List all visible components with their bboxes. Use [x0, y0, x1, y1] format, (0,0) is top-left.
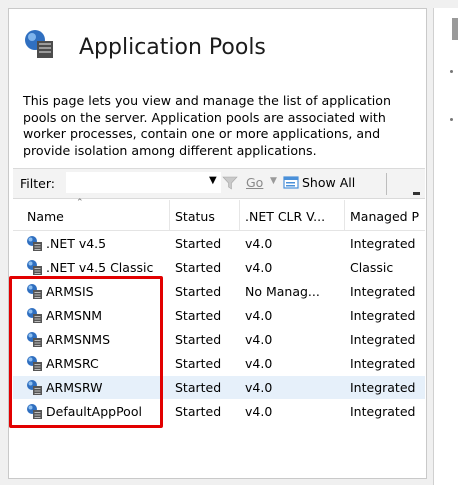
app-pool-icon: [26, 235, 43, 252]
app-pools-icon: [25, 30, 53, 58]
actions-bullet: [450, 70, 453, 73]
filter-label: Filter:: [20, 176, 55, 191]
cell-pipeline: Integrated: [350, 236, 416, 251]
filter-input[interactable]: [66, 172, 221, 193]
cell-status: Started: [175, 308, 222, 323]
cell-pipeline: Integrated: [350, 404, 416, 419]
app-pool-icon: [26, 259, 43, 276]
cell-clr: No Manag...: [245, 284, 320, 299]
column-divider[interactable]: [344, 200, 345, 230]
cell-status: Started: [175, 284, 222, 299]
cell-pipeline: Integrated: [350, 356, 416, 371]
column-header-clr-version[interactable]: .NET CLR V...: [245, 209, 325, 224]
cell-name: .NET v4.5: [46, 236, 107, 251]
cell-status: Started: [175, 236, 222, 251]
cell-pipeline: Integrated: [350, 284, 416, 299]
column-divider[interactable]: [169, 200, 170, 230]
cell-status: Started: [175, 260, 222, 275]
cell-status: Started: [175, 380, 222, 395]
cell-pipeline: Integrated: [350, 380, 416, 395]
cell-clr: v4.0: [245, 236, 273, 251]
cell-clr: v4.0: [245, 308, 273, 323]
filter-toolbar: Filter: ▼ Go ▼ Show All: [13, 168, 425, 199]
cell-pipeline: Classic: [350, 260, 394, 275]
toolbar-separator: [386, 173, 387, 195]
toolbar-overflow-icon[interactable]: [413, 186, 420, 195]
filter-dropdown-arrow-icon[interactable]: ▼: [209, 175, 217, 186]
actions-bullet: [450, 118, 453, 121]
sort-ascending-icon: ⌃: [76, 198, 84, 208]
table-row[interactable]: .NET v4.5 Started v4.0 Integrated: [13, 232, 425, 255]
actions-pane-tab[interactable]: [452, 18, 458, 40]
funnel-icon[interactable]: [222, 176, 238, 190]
page-description: This page lets you view and manage the l…: [23, 93, 391, 158]
column-divider[interactable]: [239, 200, 240, 230]
column-header-name[interactable]: Name: [27, 209, 64, 224]
cell-name: .NET v4.5 Classic: [46, 260, 154, 275]
cell-pipeline: Integrated: [350, 308, 416, 323]
actions-pane-edge: [433, 8, 458, 485]
go-button[interactable]: Go: [246, 175, 263, 190]
cell-clr: v4.0: [245, 404, 273, 419]
cell-status: Started: [175, 332, 222, 347]
show-all-icon: [283, 176, 299, 189]
grid-header: ⌃ Name Status .NET CLR V... Managed P: [13, 198, 425, 231]
column-header-managed-pipeline[interactable]: Managed P: [350, 209, 425, 224]
cell-clr: v4.0: [245, 332, 273, 347]
cell-clr: v4.0: [245, 380, 273, 395]
cell-pipeline: Integrated: [350, 332, 416, 347]
page-title: Application Pools: [79, 35, 266, 60]
cell-status: Started: [175, 356, 222, 371]
cell-status: Started: [175, 404, 222, 419]
show-all-button[interactable]: Show All: [302, 175, 355, 190]
go-dropdown-arrow-icon[interactable]: ▼: [270, 176, 277, 186]
cell-clr: v4.0: [245, 260, 273, 275]
highlight-box: [9, 276, 163, 428]
column-header-status[interactable]: Status: [175, 209, 215, 224]
cell-clr: v4.0: [245, 356, 273, 371]
